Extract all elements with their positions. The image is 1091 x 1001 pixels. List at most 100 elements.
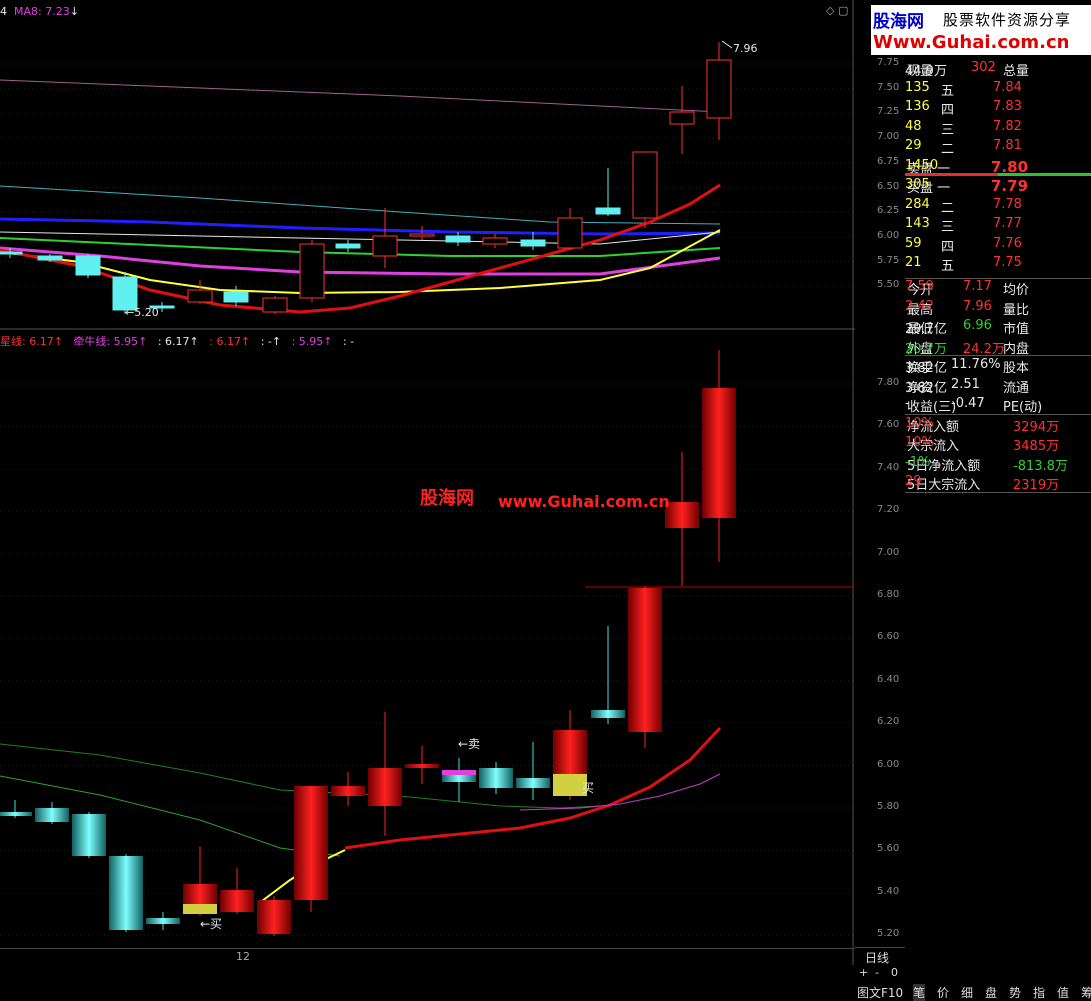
tab-7[interactable]: 值 [1057,984,1069,1001]
quote-cell: 7.96 [963,298,992,314]
quote-cell: 7.78 [993,196,1022,212]
quote-cell: 股本 [1003,361,1030,377]
sub-legend-line1: 星线: 6.17 [0,335,54,348]
ma8-value: MA8: 7.23 [14,5,70,18]
candle-body [482,237,508,245]
quote-row: 5日净流入额 -813.8万 -1% [905,455,1091,474]
quote-row: 外盘 24.2万 内盘 20.7万 [905,338,1091,357]
sub-candle-body [665,502,699,528]
tab-8[interactable]: 筹 [1081,984,1091,1001]
tab-5[interactable]: 势 [1009,984,1021,1001]
quote-cell: 7.79 [991,177,1029,195]
tab-1[interactable]: 笔 [913,984,926,1001]
quote-row: 三 7.82 48 [905,119,1091,138]
period-label: 日线 [865,951,890,965]
zoom-out-button[interactable]: - [875,966,879,979]
sub-candle-body [628,588,662,732]
candle-body [706,59,732,119]
quote-cell: 7.17 [963,279,992,295]
quote-cell: 20.7万 [905,341,947,357]
zoom-controls: + - 0 [855,966,905,982]
quote-cell: 24.2万 [963,341,1005,357]
main-axis-label: 7.00 [877,131,900,143]
quote-cell: 29.7亿 [905,322,947,338]
buy-signal-1: ←买 [200,917,222,931]
quote-row: 5日大宗流入 2319万 29 [905,474,1091,493]
high-price-label: 7.96 [733,42,758,55]
tab-4[interactable]: 盘 [985,984,997,1001]
tab-0[interactable]: 图文F10 [857,984,903,1001]
high-marker [721,40,733,49]
main-axis-label: 6.25 [877,205,900,217]
quote-cell: 59 [905,235,922,251]
main-axis-label: 6.50 [877,180,900,192]
quote-separator [905,413,1091,415]
sub-legend: 星线: 6.17↑ 牵牛线: 5.95↑ : 6.17↑ : 6.17↑ : -… [0,335,355,348]
kline-chart-area[interactable]: 7.757.507.257.006.756.506.256.005.755.50… [0,0,855,965]
period-button[interactable]: 日线 [855,947,905,966]
quote-cell: 市值 [1003,322,1030,338]
sub-legend-v4: : 6.17 [209,335,241,348]
quote-cell: 48 [905,118,922,134]
watermark-name: 股海网 [420,488,474,509]
quote-cell: 6.96 [963,318,992,334]
quote-cell: 284 [905,196,930,212]
sub-axis-label: 7.20 [877,504,900,516]
candle-body [372,235,398,257]
sub-axis-label: 6.20 [877,716,900,728]
quote-cell: 二 [941,142,955,157]
candle-body [520,239,546,247]
quote-cell: 10% [905,415,934,431]
quote-cell: 流通 [1003,380,1030,396]
ma8-arrow: ↓ [69,5,79,18]
sub-legend-v6: : 5.95 [291,335,324,348]
ma-line-cyan [0,185,721,225]
sub-axis-label: 5.80 [877,801,900,812]
sub-candle-body [294,786,328,900]
sub-legend-line2: 牵牛线: 5.95 [73,335,139,348]
quote-separator [905,277,1091,279]
candle-body [187,289,213,303]
zoom-in-button[interactable]: + [859,966,868,979]
sub-axis-label: 6.80 [877,589,900,600]
time-axis: 12 [0,948,855,966]
chart-options-icon[interactable]: ◇ ▢ [826,4,848,17]
brand-logo: 股海网 股票软件资源分享 Www.Guhai.com.cn [870,4,1091,56]
quote-cell: 均价 [1003,283,1030,299]
sub-candle-body [72,814,106,856]
quote-cell: 五 [941,83,955,99]
tab-3[interactable]: 细 [961,984,973,1001]
quote-row: 换手 11.76% 股本 3.82亿 [905,357,1091,376]
sub-legend-v5: : - [260,335,272,348]
quote-cell: 7.82 [993,118,1022,134]
quote-cell: - [905,396,910,412]
zoom-reset-button[interactable]: 0 [891,966,898,979]
sub-candle-body [331,786,365,796]
quote-cell: 3294万 [1013,419,1060,435]
quote-separator [905,355,1091,357]
sub-candle-body [516,778,550,788]
sub-candle-body [146,918,180,924]
quote-cell: 136 [905,99,930,114]
signal-highlight [183,904,217,914]
tab-2[interactable]: 价 [937,984,949,1001]
quote-cell: 7.81 [993,138,1022,153]
quote-cell: -1% [905,454,931,470]
tab-6[interactable]: 指 [1033,984,1045,1001]
sub-candle-body [257,900,291,934]
quote-cell: 143 [905,216,930,231]
candle-body [223,291,249,303]
sub-candles [0,350,736,936]
candle-body [37,255,63,261]
candle-body [595,207,621,215]
quote-row: 收益(三) -0.47 PE(动) - [905,396,1091,415]
candle-body [632,151,658,219]
quote-cell: 302 [971,60,996,75]
ma-line-purple-long [0,79,721,113]
sub-axis-label: 5.20 [877,928,900,940]
sub-candle-body [220,890,254,912]
signal-highlight [442,770,476,775]
main-axis-label: 7.25 [877,106,900,118]
candle-body [409,233,435,237]
quote-row: 买盘 一 7.79 305 [905,177,1091,196]
